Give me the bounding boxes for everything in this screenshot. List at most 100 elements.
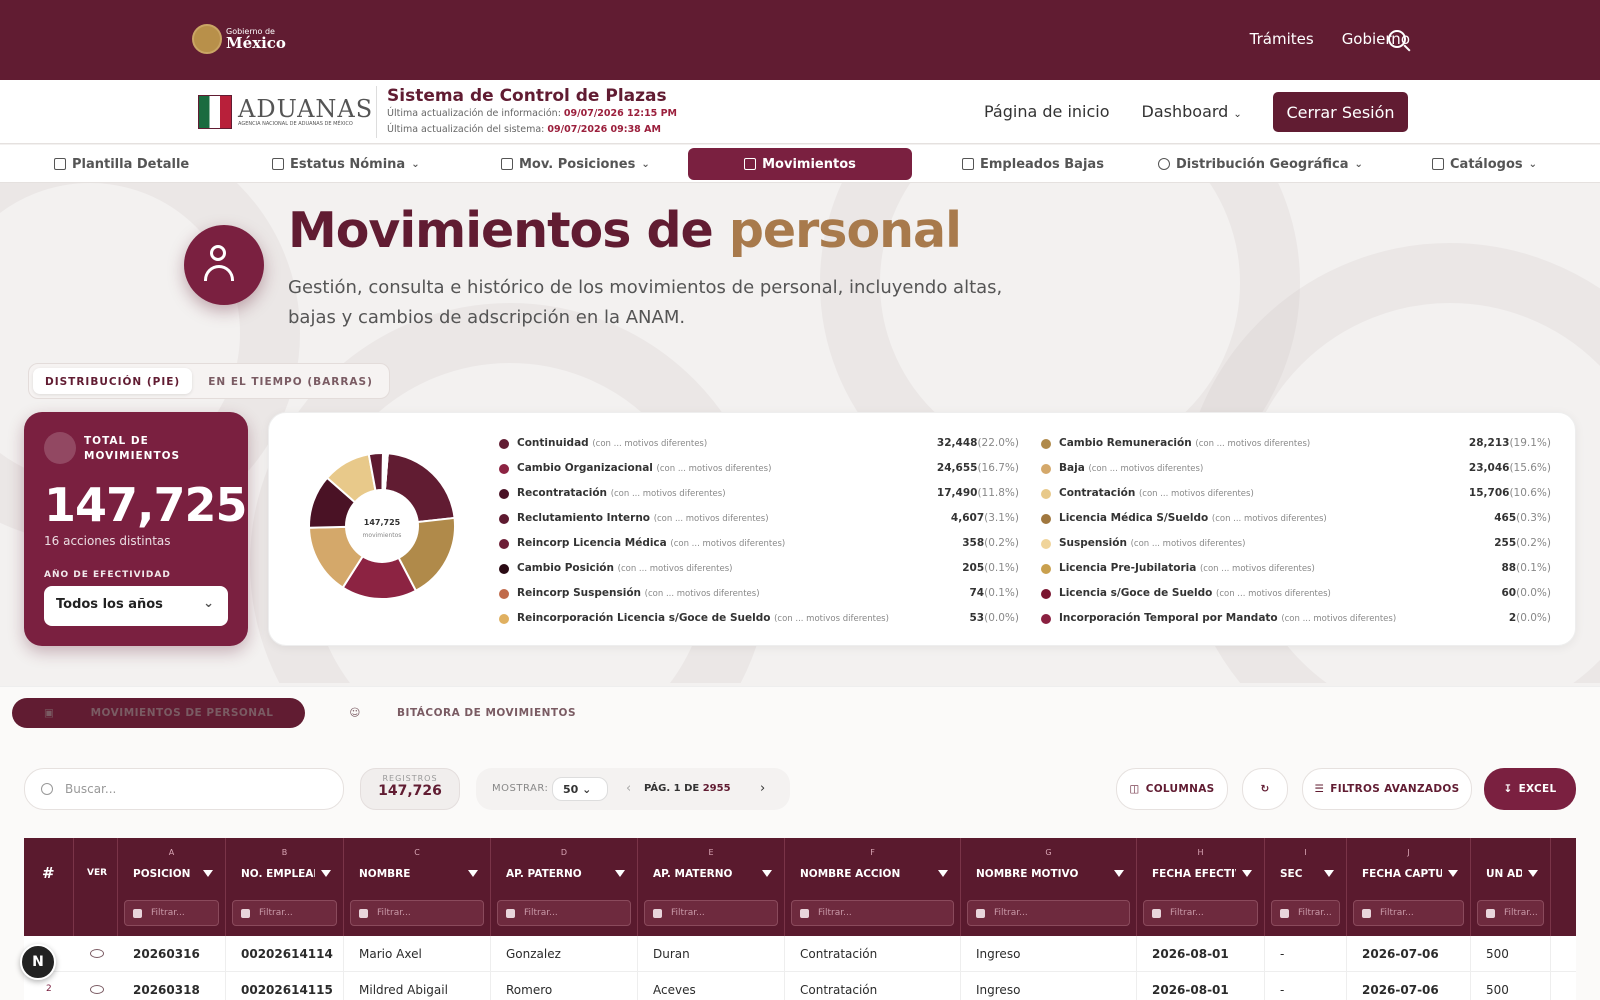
legend-dot: [499, 614, 509, 624]
tab-movimientos[interactable]: Movimientos: [688, 148, 912, 180]
column-header[interactable]: G NOMBRE MOTIVO Filtrar...: [961, 838, 1137, 936]
legend-item[interactable]: Reclutamiento Interno (con ... motivos d…: [499, 506, 1019, 531]
nav-tramites[interactable]: Trámites: [1250, 30, 1314, 48]
column-filter-input[interactable]: Filtrar...: [1143, 900, 1258, 926]
column-letter: F: [870, 848, 875, 857]
total-movements-card: TOTAL DE MOVIMIENTOS 147,725 16 acciones…: [24, 412, 248, 646]
excel-export-button[interactable]: ↧ EXCEL: [1484, 768, 1576, 810]
filter-icon[interactable]: [468, 870, 478, 877]
filter-icon[interactable]: [1528, 870, 1538, 877]
filter-icon[interactable]: [938, 870, 948, 877]
home-link[interactable]: Página de inicio: [984, 102, 1110, 121]
column-header[interactable]: I SEC Filtrar...: [1265, 838, 1347, 936]
column-filter-input[interactable]: Filtrar...: [1477, 900, 1544, 926]
briefcase-icon: ▣: [44, 707, 59, 719]
view-bars-button[interactable]: EN EL TIEMPO (BARRAS): [196, 368, 385, 394]
legend-item[interactable]: Reincorp Suspensión (con ... motivos dif…: [499, 581, 1019, 606]
column-filter-input[interactable]: Filtrar...: [1353, 900, 1464, 926]
filter-icon[interactable]: [1448, 870, 1458, 877]
gobierno-mexico-logo[interactable]: Gobierno de México: [192, 24, 286, 54]
gov-nav: Trámites Gobierno: [1250, 30, 1410, 48]
column-header[interactable]: D AP. PATERNO Filtrar...: [491, 838, 638, 936]
header-nav: Página de inicio Dashboard ⌄: [984, 102, 1242, 121]
table-row[interactable]: 2 20260318 00202614115 Mildred Abigail Romer…: [24, 972, 1576, 1000]
legend-item[interactable]: Reincorp Licencia Médica (con ... motivo…: [499, 531, 1019, 556]
legend-name: Licencia Pre-Jubilatoria (con ... motivo…: [1059, 562, 1315, 574]
column-filter-input[interactable]: Filtrar...: [967, 900, 1130, 926]
info-update: Última actualización de información: 09/…: [387, 106, 677, 122]
view-pie-button[interactable]: DISTRIBUCIÓN (PIE): [33, 368, 193, 394]
tab-movimientos-personal[interactable]: ▣ MOVIMIENTOS DE PERSONAL: [12, 698, 306, 728]
legend-item[interactable]: Baja (con ... motivos diferentes) 23,046(…: [1041, 456, 1551, 481]
column-filter-input[interactable]: Filtrar...: [644, 900, 778, 926]
columns-button[interactable]: ◫ COLUMNAS: [1116, 768, 1228, 810]
legend-item[interactable]: Contratación (con ... motivos diferentes…: [1041, 481, 1551, 506]
logout-button[interactable]: Cerrar Sesión: [1273, 92, 1408, 132]
reset-button[interactable]: ↻: [1242, 768, 1288, 810]
search-input[interactable]: Buscar...: [24, 768, 344, 810]
page-title-accent: personal: [728, 202, 962, 259]
legend-item[interactable]: Licencia Médica S/Sueldo (con ... motivo…: [1041, 506, 1551, 531]
legend-item[interactable]: Suspensión (con ... motivos diferentes) 2…: [1041, 531, 1551, 556]
legend-name: Licencia Médica S/Sueldo (con ... motivo…: [1059, 512, 1327, 524]
column-filter-input[interactable]: Filtrar...: [1271, 900, 1340, 926]
advanced-filters-button[interactable]: ☰ FILTROS AVANZADOS: [1302, 768, 1472, 810]
page-total: 2955: [702, 783, 731, 794]
tab-distribucion-geografica[interactable]: Distribución Geográfica ⌄: [1158, 148, 1363, 180]
column-filter-input[interactable]: Filtrar...: [350, 900, 484, 926]
tab-plantilla-detalle[interactable]: Plantilla Detalle: [54, 148, 189, 180]
aduanas-logo[interactable]: ADUANAS AGENCIA NACIONAL DE ADUANAS DE M…: [198, 95, 373, 129]
column-filter-input[interactable]: Filtrar...: [124, 900, 219, 926]
tab-catalogos[interactable]: Catálogos ⌄: [1432, 148, 1537, 180]
legend-item[interactable]: Cambio Organizacional (con ... motivos d…: [499, 456, 1019, 481]
dashboard-dropdown[interactable]: Dashboard ⌄: [1142, 102, 1242, 121]
legend-item[interactable]: Continuidad (con ... motivos diferentes)…: [499, 431, 1019, 456]
filter-icon[interactable]: [203, 870, 213, 877]
tab-bitacora[interactable]: ☺ BITÁCORA DE MOVIMIENTOS: [317, 698, 608, 728]
filter-icon[interactable]: [615, 870, 625, 877]
legend-item[interactable]: Cambio Posición (con ... motivos diferen…: [499, 556, 1019, 581]
legend-item[interactable]: Licencia Pre-Jubilatoria (con ... motivo…: [1041, 556, 1551, 581]
filter-icon[interactable]: [1114, 870, 1124, 877]
search-icon[interactable]: [1388, 30, 1406, 48]
filter-icon[interactable]: [321, 870, 331, 877]
filter-icon[interactable]: [1242, 870, 1252, 877]
column-header[interactable]: C NOMBRE Filtrar...: [344, 838, 491, 936]
column-header[interactable]: E AP. MATERNO Filtrar...: [638, 838, 785, 936]
column-header[interactable]: H FECHA EFECTIVA Filtrar...: [1137, 838, 1265, 936]
column-header[interactable]: UN ADMIN... Filtrar...: [1471, 838, 1551, 936]
search-placeholder: Buscar...: [65, 782, 117, 796]
columns-label: COLUMNAS: [1145, 783, 1215, 795]
legend-item[interactable]: Recontratación (con ... motivos diferent…: [499, 481, 1019, 506]
tab-mov-posiciones[interactable]: Mov. Posiciones ⌄: [501, 148, 650, 180]
page-title: Movimientos de personal: [288, 202, 962, 259]
year-select[interactable]: Todos los años ⌄: [44, 586, 228, 626]
eye-icon[interactable]: [90, 949, 104, 958]
legend-item[interactable]: Incorporación Temporal por Mandato (con …: [1041, 606, 1551, 631]
user-avatar-badge[interactable]: N: [20, 944, 56, 980]
legend-dot: [499, 564, 509, 574]
next-page-icon[interactable]: ›: [760, 781, 765, 796]
legend-item[interactable]: Reincorporación Licencia s/Goce de Sueld…: [499, 606, 1019, 631]
legend-item[interactable]: Licencia s/Goce de Sueldo (con ... motiv…: [1041, 581, 1551, 606]
column-header[interactable]: J FECHA CAPTURA Filtrar...: [1347, 838, 1471, 936]
page-size-select[interactable]: 50 ⌄: [552, 777, 608, 801]
legend-item[interactable]: Cambio Remuneración (con ... motivos dif…: [1041, 431, 1551, 456]
filter-icon[interactable]: [762, 870, 772, 877]
filter-icon[interactable]: [1324, 870, 1334, 877]
column-filter-input[interactable]: Filtrar...: [791, 900, 954, 926]
table-row[interactable]: 20260316 00202614114 Mario Axel Gonzalez Dur…: [24, 936, 1576, 972]
column-filter-input[interactable]: Filtrar...: [497, 900, 631, 926]
tab-empleados-bajas[interactable]: Empleados Bajas: [962, 148, 1104, 180]
eye-icon[interactable]: [90, 985, 104, 994]
legend-dot: [1041, 564, 1051, 574]
section-tabs: ▣ MOVIMIENTOS DE PERSONAL ☺ BITÁCORA DE …: [12, 698, 608, 728]
tab-estatus-nomina[interactable]: Estatus Nómina ⌄: [272, 148, 420, 180]
prev-page-icon[interactable]: ‹: [626, 781, 631, 796]
column-header[interactable]: A POSICIÓN Filtrar...: [118, 838, 226, 936]
column-header[interactable]: B NO. EMPLEADO Filtrar...: [226, 838, 344, 936]
distribution-card: 147,725 movimientos Continuidad (con ...…: [268, 412, 1576, 646]
column-header[interactable]: F NOMBRE ACCIÓN Filtrar...: [785, 838, 961, 936]
app-header: ADUANAS AGENCIA NACIONAL DE ADUANAS DE M…: [0, 80, 1600, 144]
column-filter-input[interactable]: Filtrar...: [232, 900, 337, 926]
